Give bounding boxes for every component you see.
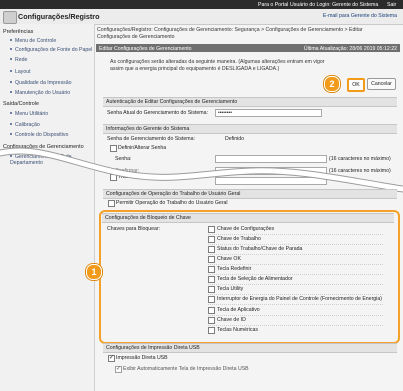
- key-settings-label: Chave de Configurações: [217, 226, 275, 232]
- key-settings-checkbox[interactable]: [208, 226, 215, 233]
- usb-auto-display-checkbox[interactable]: [115, 365, 122, 373]
- key-numeric-label: Teclas Numéricas: [217, 327, 258, 333]
- key-feeder-checkbox[interactable]: [208, 276, 215, 283]
- usb-direct-print-checkbox[interactable]: [108, 354, 115, 362]
- key-numeric-checkbox[interactable]: [208, 327, 215, 334]
- key-divider: [208, 304, 383, 305]
- key-divider: [208, 274, 383, 275]
- allow-general-user-checkbox[interactable]: [108, 200, 115, 207]
- key-job-label: Chave de Trabalho: [217, 236, 261, 242]
- key-job-status-label: Status do Trabalho/Chave de Parada: [217, 246, 303, 252]
- usb-section-header: Configurações de Impressão Direta USB: [103, 343, 397, 353]
- key-reset-label: Tecla Redefinir: [217, 266, 252, 272]
- key-power-switch-checkbox[interactable]: [208, 296, 215, 303]
- key-application-label: Tecla de Aplicativo: [217, 307, 260, 313]
- key-utility-label: Tecla Utility: [217, 286, 244, 292]
- key-job-status-checkbox[interactable]: [208, 246, 215, 253]
- usb-auto-display-label: Exibir Automaticamente Tela de Impressão…: [123, 366, 249, 372]
- key-lock-section-header: Configurações de Bloqueio de Chave: [102, 213, 394, 223]
- key-power-switch-label: Interruptor de Energia do Painel de Cont…: [217, 296, 382, 302]
- key-feeder-label: Tecla de Seleção de Alimentador: [217, 276, 293, 282]
- key-id-label: Chave de ID: [217, 317, 246, 323]
- key-utility-checkbox[interactable]: [208, 286, 215, 293]
- key-divider: [208, 284, 383, 285]
- key-ok-label: Chave OK: [217, 256, 241, 262]
- key-divider: [208, 234, 383, 235]
- key-divider: [208, 294, 383, 295]
- allow-general-user-label: Permitir Operação do Trabalho do Usuário…: [116, 200, 228, 206]
- key-divider: [208, 315, 383, 316]
- key-divider: [208, 244, 383, 245]
- usb-direct-print-label: Impressão Direta USB: [116, 355, 168, 361]
- key-divider: [208, 254, 383, 255]
- key-divider: [208, 325, 383, 326]
- keys-to-lock-label: Chaves para Bloquear:: [107, 226, 161, 232]
- key-id-checkbox[interactable]: [208, 317, 215, 324]
- key-reset-checkbox[interactable]: [208, 266, 215, 273]
- callout-badge-1: 1: [86, 264, 102, 280]
- operation-section-header: Configurações de Operação do Trabalho de…: [103, 189, 397, 199]
- key-ok-checkbox[interactable]: [208, 256, 215, 263]
- key-divider: [208, 264, 383, 265]
- key-job-checkbox[interactable]: [208, 236, 215, 243]
- key-application-checkbox[interactable]: [208, 307, 215, 314]
